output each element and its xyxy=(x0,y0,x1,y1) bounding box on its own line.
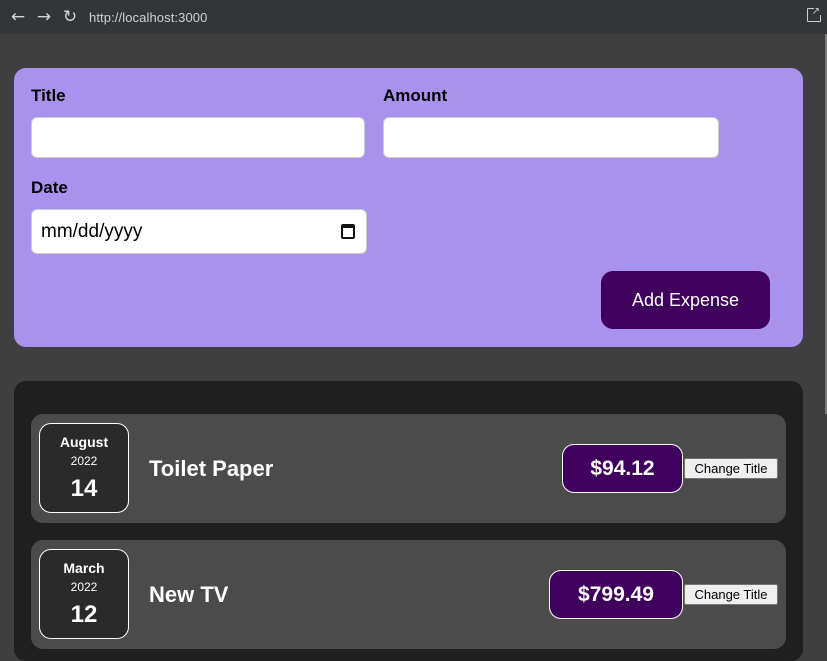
address-bar[interactable]: http://localhost:3000 xyxy=(89,10,207,25)
forward-arrow-icon[interactable]: → xyxy=(31,0,57,34)
calendar-icon[interactable] xyxy=(341,224,355,239)
expense-year: 2022 xyxy=(70,580,98,594)
date-field: Date mm/dd/yyyy xyxy=(31,176,367,254)
open-external-icon[interactable]: ↗ xyxy=(807,7,821,22)
date-input[interactable]: mm/dd/yyyy xyxy=(31,209,367,254)
expense-amount: $799.49 xyxy=(549,570,683,619)
expenses-list: August 2022 14 Toilet Paper $94.12 Chang… xyxy=(14,381,803,661)
expense-day: 14 xyxy=(70,475,98,502)
expense-title: New TV xyxy=(149,581,229,607)
expense-title: Toilet Paper xyxy=(149,455,274,481)
title-input[interactable] xyxy=(31,117,365,158)
date-label: Date xyxy=(31,178,68,197)
new-expense-form: Title Amount Date mm/dd/yyyy Add Expense xyxy=(14,68,803,347)
change-title-button[interactable]: Change Title xyxy=(684,584,778,605)
expense-item: August 2022 14 Toilet Paper $94.12 Chang… xyxy=(31,414,786,523)
expense-date: August 2022 14 xyxy=(39,423,129,513)
amount-input[interactable] xyxy=(383,117,719,158)
expense-year: 2022 xyxy=(70,454,98,468)
back-arrow-icon[interactable]: ← xyxy=(5,0,31,34)
expense-date: March 2022 12 xyxy=(39,549,129,639)
change-title-button[interactable]: Change Title xyxy=(684,458,778,479)
reload-icon[interactable]: ↻ xyxy=(57,0,83,34)
amount-field: Amount xyxy=(383,84,719,158)
date-placeholder: mm/dd/yyyy xyxy=(41,220,143,242)
expense-month: August xyxy=(59,434,109,450)
title-field: Title xyxy=(31,84,365,158)
title-label: Title xyxy=(31,86,66,105)
browser-toolbar: ← → ↻ http://localhost:3000 ↗ xyxy=(0,0,827,34)
add-expense-button[interactable]: Add Expense xyxy=(601,271,770,329)
expense-item: March 2022 12 New TV $799.49 Change Titl… xyxy=(31,540,786,649)
amount-label: Amount xyxy=(383,86,448,105)
expense-day: 12 xyxy=(70,601,98,628)
expense-month: March xyxy=(63,560,105,576)
expense-amount: $94.12 xyxy=(562,444,683,493)
